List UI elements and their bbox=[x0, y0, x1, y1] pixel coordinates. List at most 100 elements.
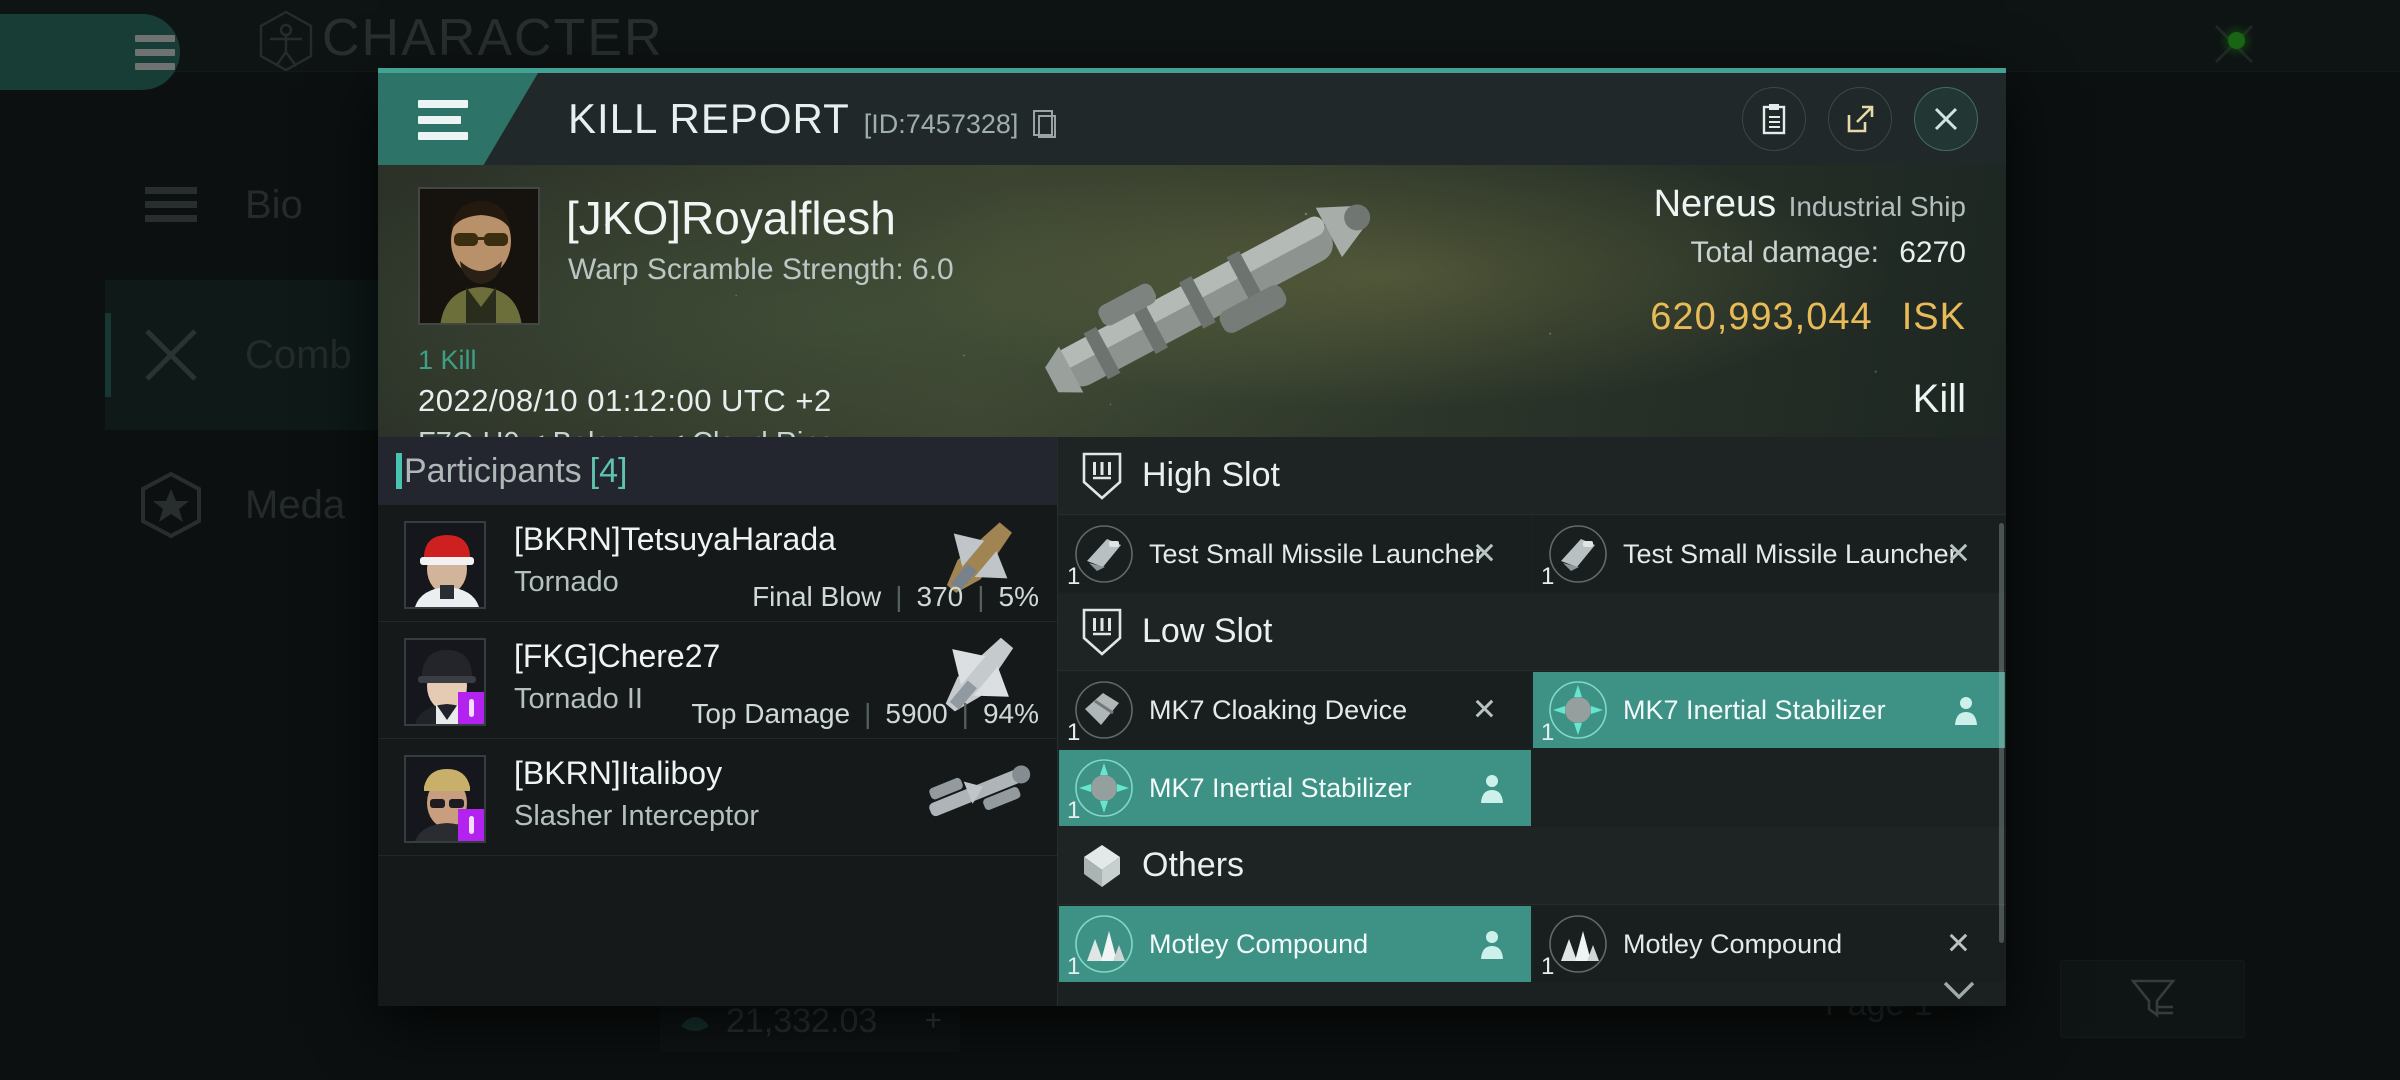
motley-compound-icon: 1 bbox=[1541, 913, 1609, 980]
kill-result-label: Kill bbox=[1912, 377, 1966, 421]
module-qty: 1 bbox=[1541, 563, 1555, 590]
avatar bbox=[404, 755, 486, 843]
stat-damage: 5900 bbox=[885, 698, 948, 729]
kill-count-badge: 1 Kill bbox=[418, 345, 477, 375]
module-item[interactable]: 1 Test Small Missile Launcher ✕ bbox=[1532, 515, 2006, 593]
section-title: High Slot bbox=[1142, 456, 1280, 494]
module-grid-high: 1 Test Small Missile Launcher ✕ 1 Test S… bbox=[1058, 515, 2006, 593]
participant-row[interactable]: [BKRN]Italiboy Slasher Interceptor bbox=[378, 739, 1057, 856]
module-remove-icon[interactable]: ✕ bbox=[1946, 537, 1971, 572]
module-name: MK7 Cloaking Device bbox=[1149, 694, 1408, 725]
module-remove-icon[interactable]: ✕ bbox=[1472, 693, 1497, 728]
kill-report-dialog: KILL REPORT [ID:7457328] [JKO]Royalflesh… bbox=[378, 68, 2006, 1006]
person-icon bbox=[1479, 773, 1505, 803]
stat-percent: 94% bbox=[982, 698, 1039, 729]
module-grid-low: 1 MK7 Cloaking Device ✕ 1 MK7 Inertial S… bbox=[1058, 671, 2006, 827]
participant-ship-image bbox=[913, 745, 1043, 841]
kill-banner: [JKO]Royalflesh Warp Scramble Strength: … bbox=[378, 165, 2006, 437]
ship-class: Industrial Ship bbox=[1788, 191, 1966, 222]
victim-ship-image bbox=[986, 177, 1406, 427]
module-name: Motley Compound bbox=[1149, 928, 1369, 959]
external-link-icon bbox=[1847, 105, 1874, 133]
ship-name: Nereus bbox=[1653, 183, 1777, 225]
participant-stats: Final Blow | 370 | 5% bbox=[752, 581, 1039, 613]
person-icon bbox=[1479, 929, 1505, 959]
clipboard-button[interactable] bbox=[1742, 87, 1806, 151]
fitting-panel: High Slot 1 Test Small Missile Launcher … bbox=[1058, 437, 2006, 1006]
module-qty: 1 bbox=[1541, 953, 1555, 980]
vertical-scrollbar[interactable] bbox=[1999, 523, 2004, 943]
kill-location: F7C-H0 < Balenne < Cloud Ring bbox=[418, 427, 836, 437]
section-header-low-slot: Low Slot bbox=[1058, 593, 2006, 671]
module-item[interactable]: 1 Motley Compound bbox=[1058, 905, 1532, 983]
module-item[interactable]: 1 MK7 Cloaking Device ✕ bbox=[1058, 671, 1532, 749]
section-header-others: Others bbox=[1058, 827, 2006, 905]
stat-percent: 5% bbox=[998, 581, 1039, 612]
module-item[interactable]: 1 Motley Compound ✕ bbox=[1532, 905, 2006, 983]
close-button[interactable] bbox=[1914, 87, 1978, 151]
participant-row[interactable]: [FKG]Chere27 Tornado II Top Damage | 590… bbox=[378, 622, 1057, 739]
premium-badge bbox=[458, 809, 484, 841]
module-qty: 1 bbox=[1067, 953, 1081, 980]
total-damage-value: 6270 bbox=[1899, 236, 1966, 269]
motley-compound-icon: 1 bbox=[1067, 913, 1135, 980]
victim-subtitle: Warp Scramble Strength: 6.0 bbox=[568, 253, 954, 286]
missile-launcher-icon: 1 bbox=[1067, 523, 1135, 590]
module-slot-empty bbox=[1532, 749, 2006, 827]
avatar bbox=[404, 521, 486, 609]
slot-high-icon bbox=[1080, 452, 1124, 500]
participants-title: Participants bbox=[404, 451, 582, 490]
dialog-menu-icon[interactable] bbox=[418, 100, 468, 140]
chevron-down-icon[interactable] bbox=[1942, 979, 1976, 1001]
participant-stats: Top Damage | 5900 | 94% bbox=[691, 698, 1039, 730]
report-id: [ID:7457328] bbox=[863, 108, 1019, 139]
dialog-body: Participants [4] [BKRN]TetsuyaHarada Tor… bbox=[378, 437, 2006, 1006]
isk-unit: ISK bbox=[1901, 296, 1966, 338]
participants-count: [4] bbox=[589, 451, 628, 490]
dialog-header: KILL REPORT [ID:7457328] bbox=[378, 73, 2006, 165]
person-icon bbox=[1953, 695, 1979, 725]
cloaking-device-icon: 1 bbox=[1067, 679, 1135, 746]
module-grid-others: 1 Motley Compound 1 Motley Compound ✕ bbox=[1058, 905, 2006, 983]
module-item[interactable]: 1 Test Small Missile Launcher ✕ bbox=[1058, 515, 1532, 593]
participants-panel: Participants [4] [BKRN]TetsuyaHarada Tor… bbox=[378, 437, 1058, 1006]
stat-divider: | bbox=[961, 698, 969, 729]
stat-divider: | bbox=[864, 698, 872, 729]
stat-divider: | bbox=[977, 581, 985, 612]
stat-label: Top Damage bbox=[691, 698, 851, 729]
kill-timestamp: 2022/08/10 01:12:00 UTC +2 bbox=[418, 383, 832, 418]
isk-value: 620,993,044 bbox=[1650, 296, 1873, 338]
inertial-stabilizer-icon: 1 bbox=[1541, 679, 1609, 746]
section-header-high-slot: High Slot bbox=[1058, 437, 2006, 515]
stat-damage: 370 bbox=[916, 581, 964, 612]
module-item[interactable]: 1 MK7 Inertial Stabilizer bbox=[1058, 749, 1532, 827]
participant-row[interactable]: [BKRN]TetsuyaHarada Tornado Final Blow |… bbox=[378, 505, 1057, 622]
missile-launcher-icon: 1 bbox=[1541, 523, 1609, 590]
section-title: Low Slot bbox=[1142, 612, 1273, 650]
module-item[interactable]: 1 MK7 Inertial Stabilizer bbox=[1532, 671, 2006, 749]
clipboard-icon bbox=[1762, 104, 1786, 135]
module-remove-icon[interactable]: ✕ bbox=[1946, 927, 1971, 962]
module-remove-icon[interactable]: ✕ bbox=[1472, 537, 1497, 572]
stat-divider: | bbox=[895, 581, 903, 612]
share-button[interactable] bbox=[1828, 87, 1892, 151]
section-title: Others bbox=[1142, 846, 1245, 884]
module-name: MK7 Inertial Stabilizer bbox=[1149, 772, 1412, 803]
cube-icon bbox=[1080, 842, 1124, 890]
stat-label: Final Blow bbox=[752, 581, 882, 612]
copy-icon[interactable] bbox=[1032, 109, 1058, 139]
inertial-stabilizer-icon: 1 bbox=[1067, 757, 1135, 824]
victim-avatar bbox=[418, 187, 540, 325]
module-qty: 1 bbox=[1067, 563, 1081, 590]
premium-badge bbox=[458, 692, 484, 724]
module-qty: 1 bbox=[1541, 719, 1555, 746]
banner-ship-summary: Nereus Industrial Ship Total damage: 627… bbox=[1638, 183, 1966, 343]
module-name: MK7 Inertial Stabilizer bbox=[1623, 694, 1886, 725]
module-qty: 1 bbox=[1067, 797, 1081, 824]
module-name: Motley Compound bbox=[1623, 928, 1843, 959]
dialog-actions bbox=[1742, 87, 1978, 151]
module-qty: 1 bbox=[1067, 719, 1081, 746]
avatar bbox=[404, 638, 486, 726]
slot-low-icon bbox=[1080, 608, 1124, 656]
victim-name: [JKO]Royalflesh bbox=[566, 192, 896, 244]
